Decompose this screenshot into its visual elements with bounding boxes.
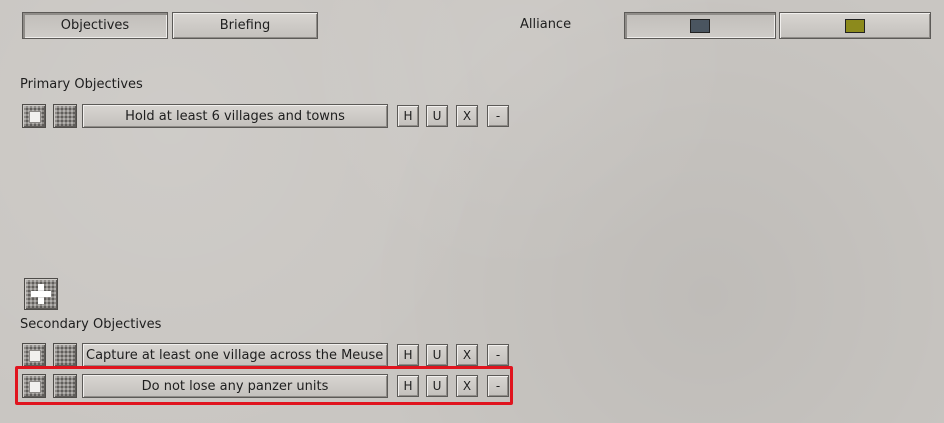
objective-x-button[interactable]: X [456, 344, 478, 366]
x-label: X [462, 109, 472, 123]
objective-label-text: Hold at least 6 villages and towns [125, 108, 345, 124]
alliance-side-2-button[interactable] [779, 12, 931, 39]
objective-checkbox[interactable] [22, 104, 46, 128]
tab-objectives-label: Objectives [60, 18, 130, 33]
objective-label-field[interactable]: Hold at least 6 villages and towns [82, 104, 388, 128]
secondary-objectives-heading: Secondary Objectives [20, 317, 162, 332]
h-label: H [403, 109, 413, 123]
u-label: U [432, 348, 442, 362]
alliance-side-1-swatch [690, 18, 710, 33]
highlight-box [15, 366, 513, 405]
primary-objectives-heading: Primary Objectives [20, 77, 143, 92]
objective-remove-button[interactable]: - [487, 344, 509, 366]
remove-label: - [495, 348, 501, 362]
remove-label: - [495, 109, 501, 123]
objective-checkbox[interactable] [22, 343, 46, 367]
alliance-side-2-swatch [845, 18, 865, 33]
objective-u-button[interactable]: U [426, 105, 448, 127]
alliance-label: Alliance [520, 17, 572, 32]
objective-u-button[interactable]: U [426, 344, 448, 366]
tab-objectives[interactable]: Objectives [22, 12, 168, 39]
alliance-side-1-button[interactable] [624, 12, 776, 39]
objective-settings-button[interactable] [53, 343, 77, 367]
objective-label-text: Capture at least one village across the … [86, 347, 388, 363]
objective-h-button[interactable]: H [397, 105, 419, 127]
tab-briefing-label: Briefing [219, 18, 271, 33]
objective-h-button[interactable]: H [397, 344, 419, 366]
tab-briefing[interactable]: Briefing [172, 12, 318, 39]
x-label: X [462, 348, 472, 362]
checkbox-box-icon [29, 350, 41, 362]
objective-label-field[interactable]: Capture at least one village across the … [82, 343, 388, 367]
objective-x-button[interactable]: X [456, 105, 478, 127]
u-label: U [432, 109, 442, 123]
add-objective-button[interactable] [24, 278, 58, 310]
objective-remove-button[interactable]: - [487, 105, 509, 127]
objective-settings-button[interactable] [53, 104, 77, 128]
plus-icon-bar [31, 291, 51, 297]
checkbox-box-icon [29, 111, 41, 123]
h-label: H [403, 348, 413, 362]
